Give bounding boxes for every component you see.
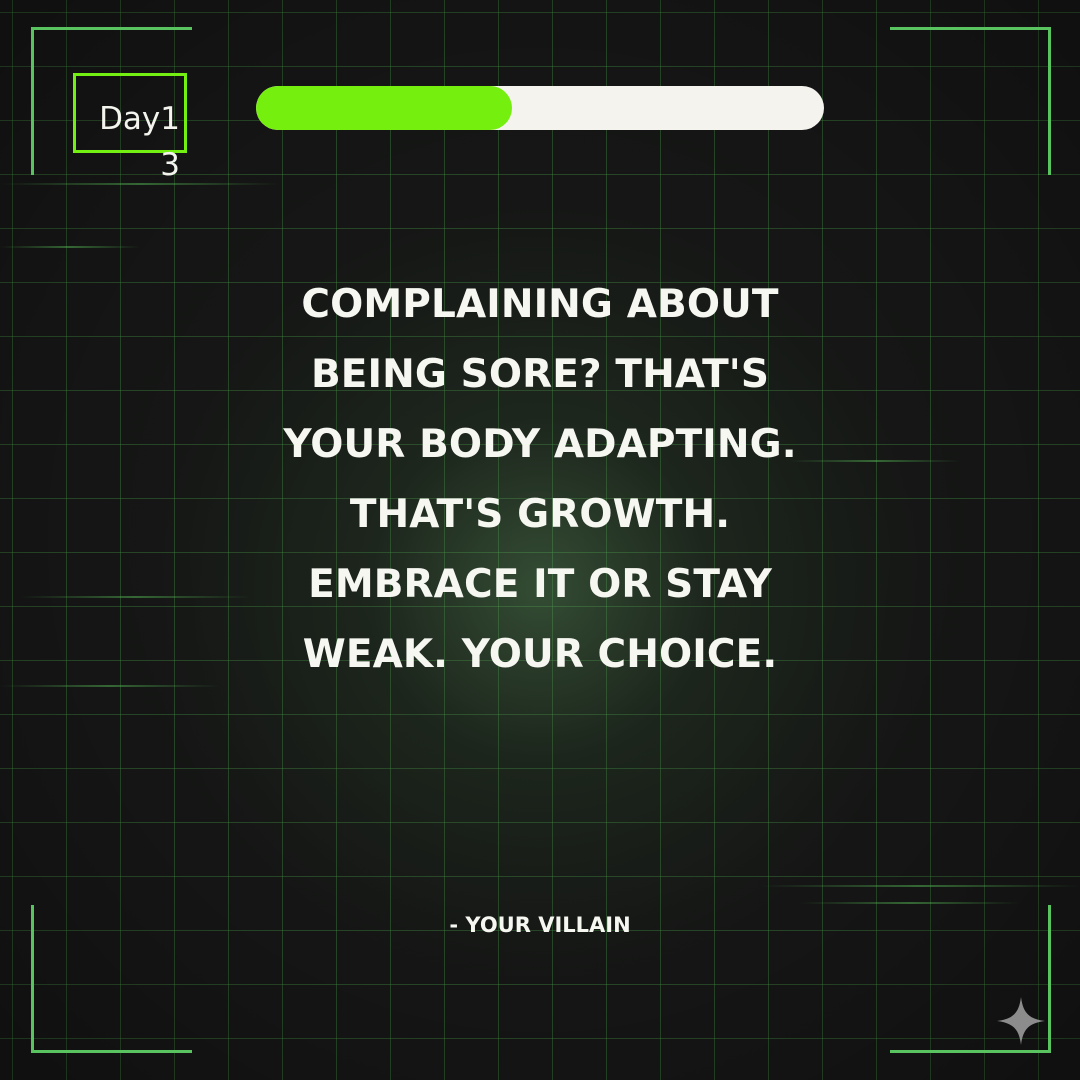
attribution: - YOUR VILLAIN	[449, 913, 631, 937]
day-badge: Day13	[73, 73, 187, 183]
progress-bar	[256, 86, 824, 130]
decorative-line	[760, 885, 1080, 887]
decorative-line	[0, 246, 140, 248]
motivational-card: Day13 COMPLAINING ABOUT BEING SORE? THAT…	[0, 0, 1080, 1080]
decorative-line	[800, 902, 1020, 904]
sparkle-icon	[997, 997, 1045, 1045]
quote-text: COMPLAINING ABOUT BEING SORE? THAT'S YOU…	[283, 282, 797, 677]
progress-fill	[256, 86, 512, 130]
decorative-line	[20, 596, 250, 598]
top-right-frame-corner	[890, 27, 1051, 175]
decorative-line	[0, 685, 220, 687]
day-label: Day13	[99, 101, 180, 183]
